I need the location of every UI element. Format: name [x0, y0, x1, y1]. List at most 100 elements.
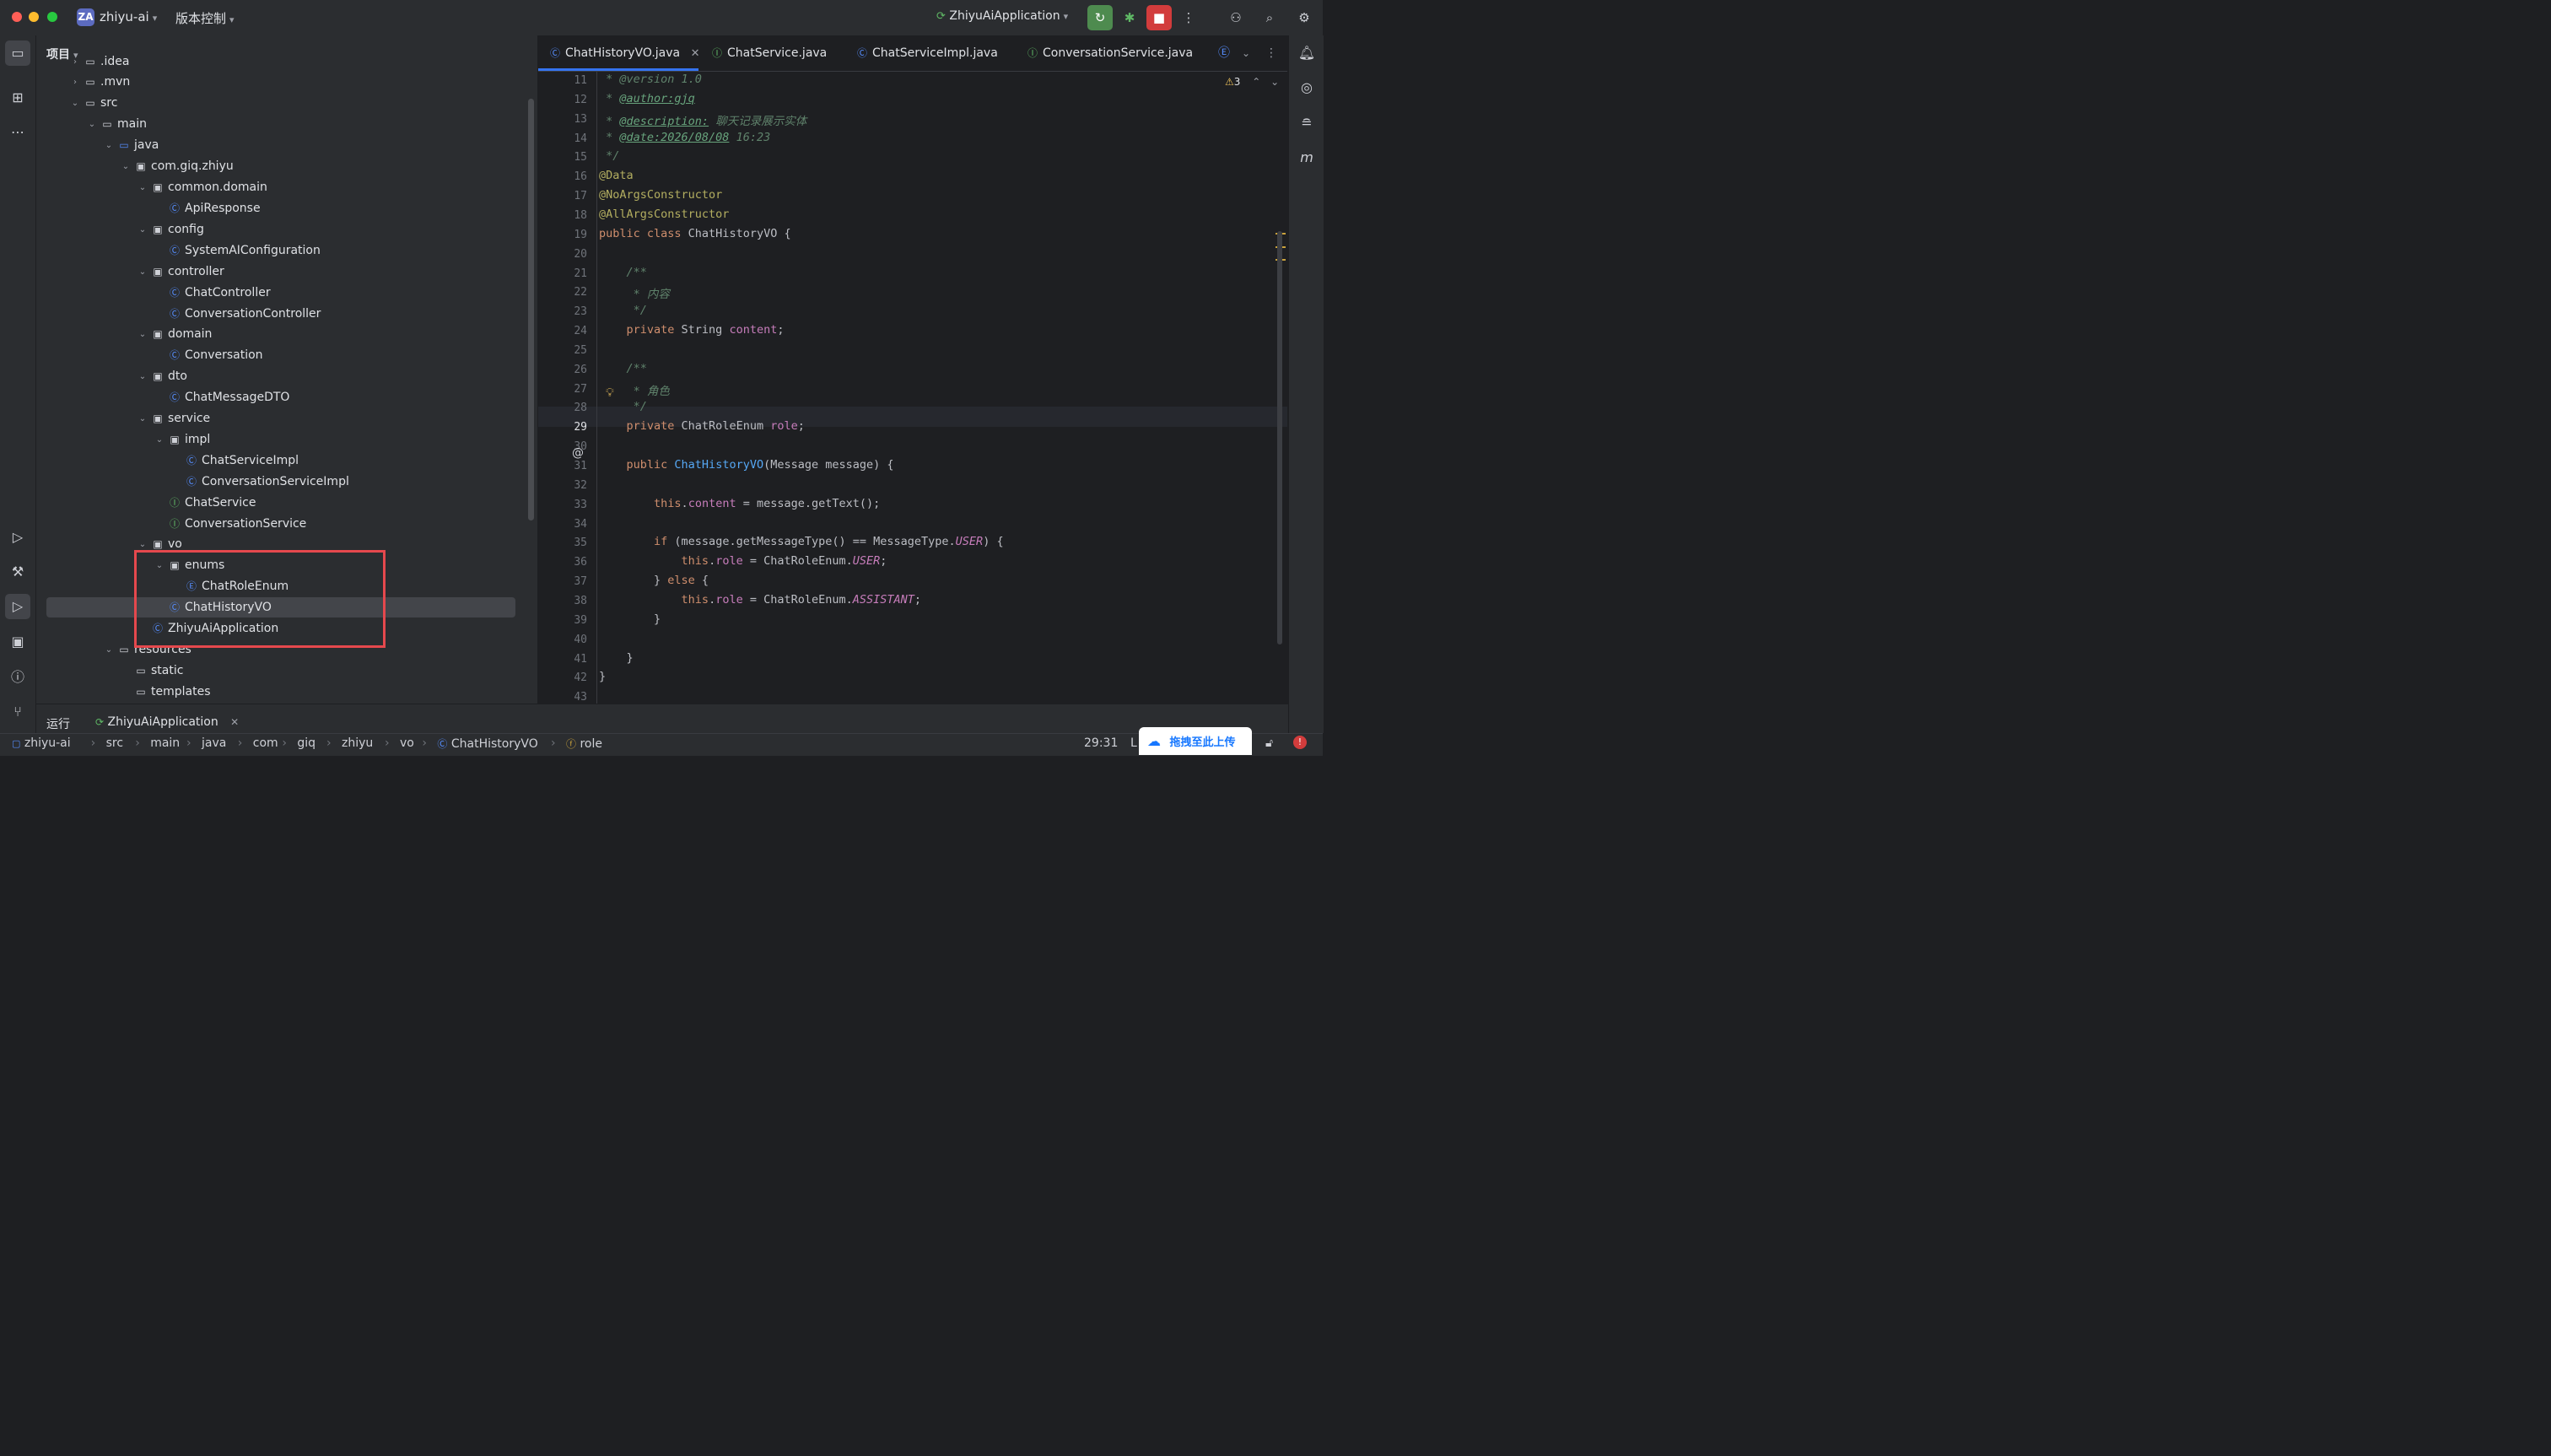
tree-item[interactable]: ⌄ ▭ java: [36, 135, 537, 156]
git-tool-button[interactable]: ⑂: [5, 699, 30, 725]
chevron-down-icon[interactable]: ⌄: [138, 262, 148, 283]
tree-item[interactable]: Ⓒ SystemAIConfiguration: [36, 240, 537, 262]
breadcrumb-item[interactable]: zhiyu: [342, 736, 373, 750]
tree-item[interactable]: ▭ static: [36, 661, 537, 682]
chevron-down-icon[interactable]: ⌄: [104, 639, 114, 661]
rerun-button[interactable]: ↻: [1087, 5, 1113, 30]
zoom-window-button[interactable]: [47, 12, 57, 22]
code-line[interactable]: /**: [599, 362, 647, 375]
project-tool-button[interactable]: ▭: [5, 40, 30, 66]
breadcrumb-item[interactable]: main: [150, 736, 180, 750]
tree-item[interactable]: Ⓒ ChatController: [36, 283, 537, 304]
chevron-down-icon[interactable]: ⌄: [138, 408, 148, 429]
code-line[interactable]: public class ChatHistoryVO {: [599, 227, 791, 240]
tab-conversation-service[interactable]: Ⓘ ConversationService.java: [1027, 35, 1193, 71]
tree-item[interactable]: Ⓘ ConversationService: [36, 514, 537, 535]
code-line[interactable]: private String content;: [599, 323, 785, 337]
code-line[interactable]: this.content = message.getText();: [599, 497, 880, 510]
code-line[interactable]: }: [599, 670, 606, 683]
code-line[interactable]: }: [599, 651, 634, 665]
chevron-down-icon[interactable]: ⌄: [138, 366, 148, 387]
lock-icon[interactable]: 🔓︎: [1265, 736, 1273, 750]
terminal-tool-button[interactable]: ▣: [5, 629, 30, 655]
tree-item[interactable]: ▭ templates: [36, 682, 537, 703]
tree-item[interactable]: ⌄ ▣ service: [36, 408, 537, 429]
code-line[interactable]: * @description: 聊天记录展示实体: [599, 111, 806, 128]
tab-chat-service[interactable]: Ⓘ ChatService.java: [712, 35, 827, 71]
code-line[interactable]: @AllArgsConstructor: [599, 208, 729, 221]
editor-scrollbar[interactable]: [1277, 231, 1282, 644]
error-indicator-icon[interactable]: !: [1293, 736, 1307, 749]
problems-tool-button[interactable]: ⓘ: [5, 665, 30, 690]
code-line[interactable]: @Data: [599, 169, 634, 182]
project-badge[interactable]: ZA: [77, 8, 94, 26]
run-config-selector[interactable]: ⟳ ZhiyuAiApplication ▾: [936, 9, 1068, 23]
chevron-down-icon[interactable]: ⌄: [104, 135, 114, 156]
close-icon[interactable]: ✕: [691, 47, 700, 60]
code-line[interactable]: */: [599, 400, 647, 413]
lightbulb-icon[interactable]: 💡︎: [606, 386, 614, 400]
chevron-down-icon[interactable]: ⌄: [138, 219, 148, 240]
breadcrumb-item[interactable]: java: [202, 736, 226, 750]
breadcrumb-item[interactable]: Ⓒ ChatHistoryVO: [437, 736, 537, 751]
services-tool-button[interactable]: ▷: [5, 525, 30, 550]
project-scrollbar[interactable]: [528, 99, 534, 520]
annotation-at-icon[interactable]: @: [572, 446, 584, 460]
tree-item[interactable]: ⌄ ▣ impl: [36, 429, 537, 450]
tree-item[interactable]: ⌄ ▣ domain: [36, 324, 537, 345]
code-line[interactable]: /**: [599, 266, 647, 279]
tree-item[interactable]: ⌄ ▣ controller: [36, 262, 537, 283]
tab-chat-history-vo[interactable]: Ⓒ ChatHistoryVO.java ✕: [550, 35, 699, 71]
notifications-button[interactable]: 🔔︎: [1294, 40, 1319, 66]
chevron-right-icon[interactable]: ›: [70, 72, 80, 93]
tree-item[interactable]: Ⓘ ChatService: [36, 493, 537, 514]
tree-item[interactable]: › ▭ .mvn: [36, 72, 537, 93]
breadcrumb-item[interactable]: src: [106, 736, 123, 750]
more-actions-button[interactable]: ⋮: [1176, 5, 1201, 30]
code-line[interactable]: this.role = ChatRoleEnum.USER;: [599, 554, 887, 568]
more-tools-button[interactable]: ⋯: [5, 120, 30, 145]
project-selector[interactable]: zhiyu-ai ▾: [100, 9, 157, 24]
drag-upload-widget[interactable]: ☁ 拖拽至此上传: [1139, 727, 1252, 755]
chevron-down-icon[interactable]: ⌄: [154, 429, 164, 450]
project-panel-header[interactable]: 项目 ▾: [46, 46, 78, 62]
line-separator-indicator[interactable]: L: [1130, 736, 1137, 750]
run-config-tab[interactable]: ⟳ ZhiyuAiApplication ✕: [95, 715, 239, 729]
inspection-widget[interactable]: ⚠3 ⌃ ⌄: [1225, 76, 1279, 88]
minimize-window-button[interactable]: [29, 12, 39, 22]
chevron-down-icon[interactable]: ⌄: [138, 177, 148, 198]
code-line[interactable]: if (message.getMessageType() == MessageT…: [599, 535, 1004, 548]
breadcrumb-item[interactable]: giq: [297, 736, 316, 750]
tab-more-button[interactable]: ⋮: [1265, 35, 1277, 71]
code-line[interactable]: }: [599, 612, 661, 626]
tree-item[interactable]: ⌄ ▣ config: [36, 219, 537, 240]
code-line[interactable]: * @author:gjq: [599, 92, 695, 105]
maven-button[interactable]: m: [1294, 145, 1319, 170]
tree-item[interactable]: ⌄ ▭ src: [36, 93, 537, 114]
tree-item[interactable]: Ⓒ ConversationServiceImpl: [36, 472, 537, 493]
chevron-down-icon[interactable]: ⌄: [138, 324, 148, 345]
close-window-button[interactable]: [12, 12, 22, 22]
tree-item[interactable]: ⌄ ▣ common.domain: [36, 177, 537, 198]
chevron-down-icon[interactable]: ⌄: [121, 156, 131, 177]
breadcrumb-item[interactable]: vo: [400, 736, 414, 750]
chevron-down-icon[interactable]: ⌄: [70, 93, 80, 114]
vcs-menu[interactable]: 版本控制 ▾: [175, 9, 235, 27]
structure-tool-button[interactable]: ⊞: [5, 85, 30, 111]
tree-item[interactable]: Ⓒ ChatMessageDTO: [36, 387, 537, 408]
tree-item[interactable]: ⌄ ▣ dto: [36, 366, 537, 387]
tab-list-button[interactable]: ⌄: [1242, 35, 1250, 71]
tab-chat-service-impl[interactable]: Ⓒ ChatServiceImpl.java: [857, 35, 998, 71]
code-area[interactable]: 11 * @version 1.0 12 * @author:gjq 13 * @d…: [538, 71, 1287, 704]
code-with-me-button[interactable]: ⚇: [1223, 5, 1249, 30]
tree-item[interactable]: Ⓒ ApiResponse: [36, 198, 537, 219]
code-line[interactable]: @NoArgsConstructor: [599, 188, 722, 202]
tab-overflow-partial[interactable]: Ⓔ: [1218, 35, 1230, 71]
tree-item[interactable]: ⌄ ▣ com.giq.zhiyu: [36, 156, 537, 177]
chevron-up-icon[interactable]: ⌃: [1252, 76, 1260, 88]
code-line[interactable]: */: [599, 149, 619, 163]
code-line[interactable]: * @version 1.0: [599, 73, 702, 86]
close-icon[interactable]: ✕: [230, 716, 239, 728]
tree-item[interactable]: Ⓒ ChatServiceImpl: [36, 450, 537, 472]
run-tool-button[interactable]: ▷: [5, 594, 30, 619]
